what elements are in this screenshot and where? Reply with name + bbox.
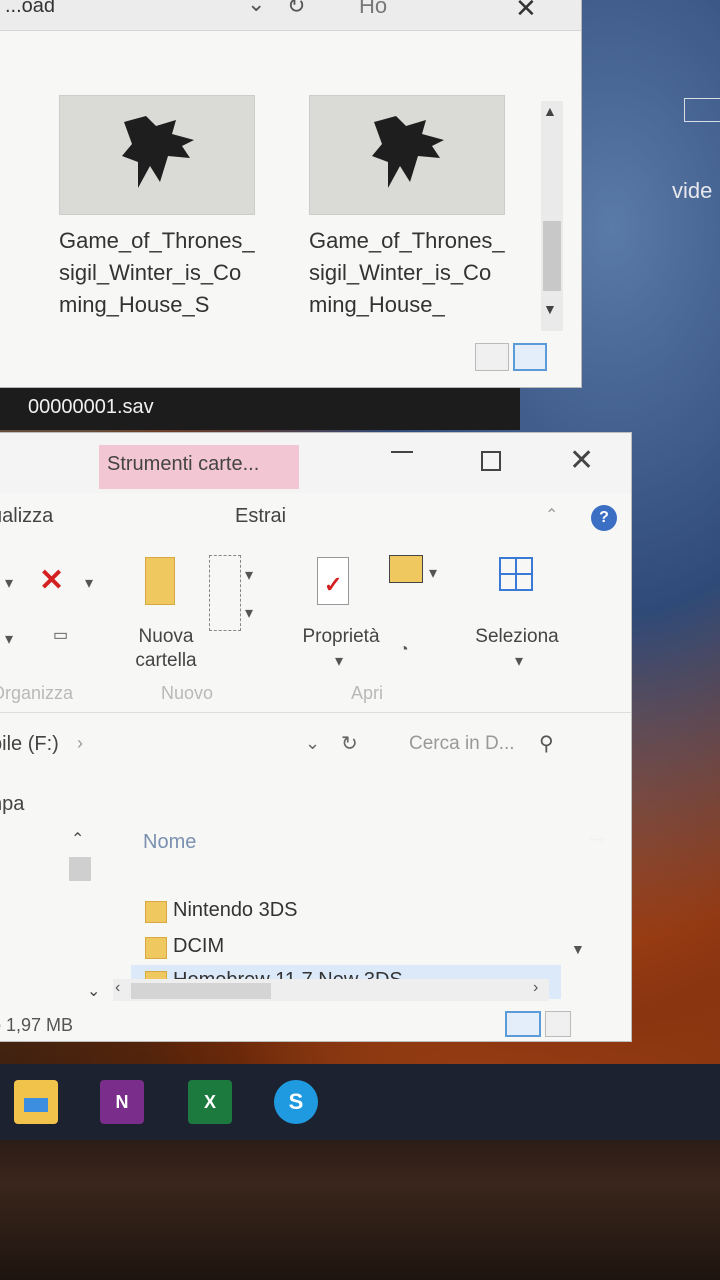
- vertical-scrollbar[interactable]: ▲ ▼: [541, 101, 563, 331]
- dropdown-arrow-icon[interactable]: ▾: [85, 573, 93, 593]
- chevron-right-icon[interactable]: ›: [77, 733, 83, 754]
- top-search-input[interactable]: Ho: [359, 0, 387, 19]
- address-path[interactable]: bile (F:): [0, 733, 59, 756]
- file-list: Nome Nintendo 3DS DCIM Homebrew 11.7 New…: [131, 823, 581, 1003]
- resize-cursor-icon: ↔: [584, 820, 610, 850]
- status-bar: o 1,97 MB: [0, 1007, 631, 1043]
- address-bar[interactable]: bile (F:) › ⌄ ↻ Cerca in D... ⚲: [0, 723, 631, 769]
- scroll-down-icon[interactable]: ▼: [571, 941, 585, 957]
- wolf-sigil-icon: [122, 116, 194, 188]
- main-window-titlebar[interactable]: Strumenti carte... ✕: [0, 433, 631, 493]
- tab-extract[interactable]: Estrai: [235, 505, 286, 528]
- refresh-icon[interactable]: ↻: [287, 0, 305, 19]
- refresh-icon[interactable]: ↻: [341, 731, 358, 756]
- desktop-icon-label[interactable]: vide: [672, 178, 712, 204]
- scroll-right-icon[interactable]: ›: [533, 979, 538, 997]
- file-thumbnail: [309, 95, 505, 215]
- tab-view[interactable]: ualizza: [0, 505, 53, 528]
- top-window-title: ...oad: [5, 0, 56, 17]
- history-icon[interactable]: ◔: [399, 641, 409, 659]
- maximize-icon[interactable]: [481, 451, 501, 471]
- folder-icon: [145, 937, 167, 959]
- scroll-up-icon[interactable]: ▲: [543, 103, 557, 119]
- new-folder-button[interactable]: Nuova cartella: [121, 625, 211, 673]
- file-tile[interactable]: Game_of_Thrones_sigil_Winter_is_Coming_H…: [59, 95, 259, 321]
- file-name: Game_of_Thrones_sigil_Winter_is_Coming_H…: [309, 228, 505, 317]
- skype-icon[interactable]: S: [274, 1080, 318, 1124]
- desktop-icon-frame[interactable]: [684, 98, 720, 122]
- folder-icon: [145, 901, 167, 923]
- dropdown-arrow-icon[interactable]: ▾: [245, 603, 253, 623]
- ribbon-tabs: ualizza Estrai: [0, 499, 631, 539]
- excel-icon[interactable]: X: [188, 1080, 232, 1124]
- file-row-name: Nintendo 3DS: [173, 899, 298, 921]
- file-thumbnail: [59, 95, 255, 215]
- group-label-new: Nuovo: [161, 683, 214, 703]
- status-text: o 1,97 MB: [0, 1015, 74, 1035]
- group-label-organize: Organizza: [0, 683, 74, 703]
- nav-scrollbar[interactable]: ⌃: [67, 829, 95, 979]
- chevron-down-icon[interactable]: ⌄: [87, 981, 100, 1001]
- large-icons-view-icon[interactable]: [513, 343, 547, 371]
- large-icons-view-icon[interactable]: [545, 1011, 571, 1037]
- group-label-open: Apri: [351, 683, 384, 703]
- laptop-bezel: [0, 1140, 720, 1280]
- scroll-left-icon[interactable]: ‹: [115, 979, 120, 997]
- top-window-content: Game_of_Thrones_sigil_Winter_is_Coming_H…: [0, 31, 551, 349]
- chevron-up-icon[interactable]: ⌃: [545, 505, 558, 525]
- scroll-thumb[interactable]: [543, 221, 561, 291]
- properties-button[interactable]: Proprietà: [291, 625, 391, 649]
- open-icon[interactable]: [389, 555, 423, 583]
- file-name: Game_of_Thrones_sigil_Winter_is_Coming_H…: [59, 228, 255, 317]
- wolf-sigil-icon: [372, 116, 444, 188]
- dropdown-arrow-icon[interactable]: ▾: [335, 651, 343, 671]
- select-button[interactable]: Seleziona: [465, 625, 569, 649]
- file-row[interactable]: Nintendo 3DS: [131, 895, 561, 929]
- scroll-up-icon[interactable]: ⌃: [71, 829, 84, 849]
- properties-icon[interactable]: [317, 557, 349, 605]
- details-view-icon[interactable]: [475, 343, 509, 371]
- scroll-down-icon[interactable]: ▼: [543, 301, 557, 317]
- background-window-strip: 00000001.sav: [0, 388, 520, 430]
- minimize-icon[interactable]: [391, 451, 413, 453]
- save-file-name[interactable]: 00000001.sav: [28, 396, 154, 419]
- file-row[interactable]: DCIM: [131, 931, 561, 965]
- chevron-down-icon[interactable]: ⌄: [247, 0, 265, 17]
- details-view-icon[interactable]: [505, 1011, 541, 1037]
- tools-context-tab[interactable]: Strumenti carte...: [99, 445, 299, 489]
- top-window-titlebar[interactable]: ...oad ⌄ ↻ Ho ✕: [0, 0, 581, 31]
- close-icon[interactable]: ✕: [515, 0, 537, 24]
- chevron-down-icon[interactable]: ⌄: [305, 733, 320, 754]
- copy-path-icon[interactable]: [209, 555, 241, 631]
- new-folder-icon[interactable]: [145, 557, 175, 605]
- dropdown-arrow-icon[interactable]: ▾: [515, 651, 523, 671]
- file-tile[interactable]: Game_of_Thrones_sigil_Winter_is_Coming_H…: [309, 95, 509, 321]
- navigation-pane: npa ⌃: [0, 773, 121, 993]
- top-explorer-window[interactable]: ...oad ⌄ ↻ Ho ✕ Game_of_Thrones_sigil_Wi…: [0, 0, 582, 388]
- search-input[interactable]: Cerca in D...: [409, 733, 515, 755]
- search-icon[interactable]: ⚲: [539, 731, 554, 756]
- close-icon[interactable]: ✕: [569, 443, 594, 478]
- file-row-name: DCIM: [173, 935, 225, 957]
- dropdown-arrow-icon[interactable]: ▾: [429, 563, 437, 583]
- dropdown-arrow-icon[interactable]: ▾: [5, 573, 13, 593]
- file-explorer-icon[interactable]: [14, 1080, 58, 1124]
- dropdown-arrow-icon[interactable]: ▾: [245, 565, 253, 585]
- column-header-name[interactable]: Nome: [143, 831, 196, 854]
- scroll-thumb[interactable]: [131, 983, 271, 999]
- horizontal-scrollbar[interactable]: ‹ ›: [113, 979, 549, 1001]
- scroll-thumb[interactable]: [69, 857, 91, 881]
- main-explorer-window[interactable]: Strumenti carte... ✕ ualizza Estrai ⌃ ? …: [0, 432, 632, 1042]
- onenote-icon[interactable]: N: [100, 1080, 144, 1124]
- help-icon[interactable]: ?: [591, 505, 617, 531]
- taskbar: N X S: [0, 1064, 720, 1140]
- nav-item[interactable]: npa: [0, 793, 24, 816]
- select-icon[interactable]: [499, 557, 533, 591]
- delete-icon[interactable]: ✕: [39, 563, 64, 598]
- dropdown-arrow-icon[interactable]: ▾: [5, 629, 13, 649]
- rename-icon[interactable]: ▭: [53, 625, 68, 645]
